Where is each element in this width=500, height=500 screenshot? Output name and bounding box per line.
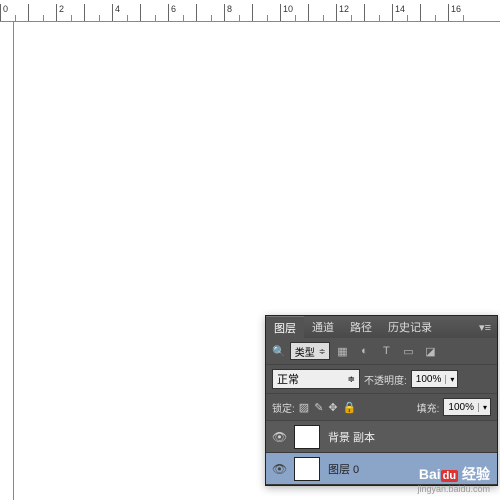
- ruler-tick: 8: [224, 4, 252, 21]
- ruler-tick: [196, 4, 224, 21]
- filter-label: 类型: [295, 344, 315, 359]
- search-icon: 🔍: [272, 345, 286, 358]
- lock-transparent-icon[interactable]: ▨: [299, 401, 309, 414]
- opacity-label: 不透明度:: [364, 372, 407, 387]
- ruler-tick: [140, 4, 168, 21]
- chevron-down-icon: ▾: [445, 375, 457, 384]
- ruler-tick: [252, 4, 280, 21]
- chevron-down-icon: ≑: [319, 347, 326, 356]
- layer-thumbnail[interactable]: [294, 425, 320, 449]
- ruler-tick: [420, 4, 448, 21]
- filter-row: 🔍 类型 ≑ ▦ ◐ T ▭ ◪: [266, 338, 497, 365]
- filter-icons: ▦ ◐ T ▭ ◪: [334, 344, 438, 358]
- tab-history[interactable]: 历史记录: [380, 316, 440, 338]
- fill-value: 100%: [444, 402, 478, 413]
- tab-paths[interactable]: 路径: [342, 316, 380, 338]
- visibility-icon[interactable]: 👁: [272, 462, 286, 476]
- ruler-tick: [364, 4, 392, 21]
- adjust-filter-icon[interactable]: ◐: [356, 344, 372, 358]
- watermark: Baidu 经验 jingyan.baidu.com: [417, 464, 490, 494]
- lock-move-icon[interactable]: ✥: [328, 401, 337, 414]
- fill-label: 填充:: [417, 400, 440, 415]
- ruler-tick: 0: [0, 4, 28, 21]
- chevron-down-icon: ▾: [478, 403, 490, 412]
- text-filter-icon[interactable]: T: [378, 344, 394, 358]
- chevron-down-icon: ≑: [347, 374, 355, 385]
- layer-thumbnail[interactable]: [294, 457, 320, 481]
- blend-mode-value: 正常: [277, 371, 299, 387]
- opacity-value: 100%: [412, 374, 446, 385]
- lock-icons: ▨ ✎ ✥ 🔒: [299, 401, 357, 414]
- smart-filter-icon[interactable]: ◪: [422, 344, 438, 358]
- visibility-icon[interactable]: 👁: [272, 430, 286, 444]
- ruler-tick: [28, 4, 56, 21]
- ruler-tick: 4: [112, 4, 140, 21]
- fill-spinner[interactable]: 100% ▾: [443, 398, 491, 416]
- layers-panel: 图层 通道 路径 历史记录 ▾≡ 🔍 类型 ≑ ▦ ◐ T ▭ ◪ 正常 ≑ 不…: [265, 315, 498, 486]
- panel-menu-icon[interactable]: ▾≡: [473, 321, 497, 334]
- horizontal-ruler: 0 2 4 6 8 10 12 14 16: [0, 4, 500, 22]
- image-filter-icon[interactable]: ▦: [334, 344, 350, 358]
- ruler-tick: 12: [336, 4, 364, 21]
- ruler-tick: 14: [392, 4, 420, 21]
- ruler-tick: 10: [280, 4, 308, 21]
- shape-filter-icon[interactable]: ▭: [400, 344, 416, 358]
- vertical-ruler: [0, 22, 14, 500]
- ruler-tick: 16: [448, 4, 476, 21]
- tab-layers[interactable]: 图层: [266, 316, 304, 339]
- opacity-spinner[interactable]: 100% ▾: [411, 370, 459, 388]
- panel-tabs: 图层 通道 路径 历史记录 ▾≡: [266, 316, 497, 338]
- lock-label: 锁定:: [272, 400, 295, 415]
- filter-type-dropdown[interactable]: 类型 ≑: [290, 342, 331, 360]
- lock-all-icon[interactable]: 🔒: [343, 401, 357, 414]
- ruler-tick: 6: [168, 4, 196, 21]
- ruler-tick: 2: [56, 4, 84, 21]
- blend-mode-dropdown[interactable]: 正常 ≑: [272, 369, 360, 389]
- lock-paint-icon[interactable]: ✎: [314, 401, 323, 414]
- blend-row: 正常 ≑ 不透明度: 100% ▾: [266, 365, 497, 394]
- layer-name: 背景 副本: [328, 429, 375, 445]
- ruler-tick: [308, 4, 336, 21]
- lock-row: 锁定: ▨ ✎ ✥ 🔒 填充: 100% ▾: [266, 394, 497, 421]
- layer-row[interactable]: 👁 背景 副本: [266, 421, 497, 453]
- layer-name: 图层 0: [328, 461, 359, 477]
- tab-channels[interactable]: 通道: [304, 316, 342, 338]
- ruler-tick: [84, 4, 112, 21]
